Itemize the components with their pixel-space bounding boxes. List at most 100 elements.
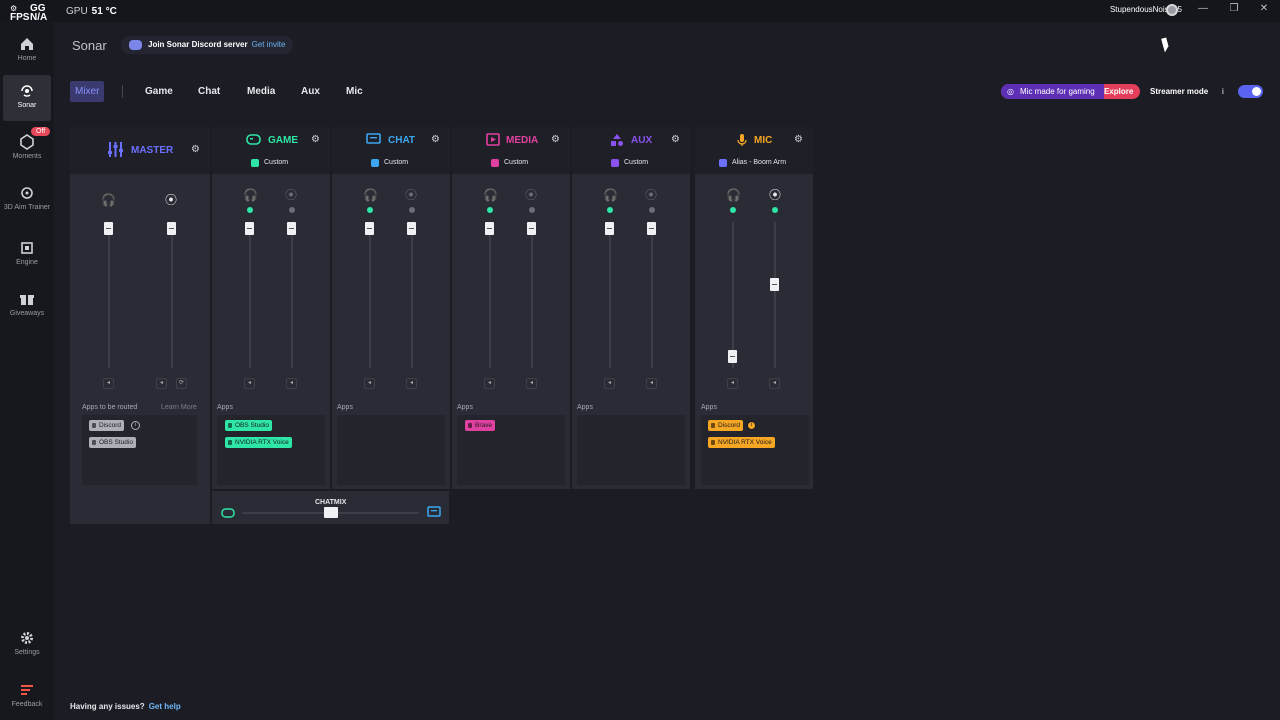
master-stream-slider[interactable] <box>167 222 176 235</box>
master-title: MASTER <box>131 145 174 156</box>
explore-link[interactable]: Explore <box>1104 87 1133 96</box>
mute-button[interactable]: ◂ <box>103 378 114 389</box>
chat-preset-label: Custom <box>384 159 409 166</box>
mic-preset[interactable]: Alias - Boom Arm <box>716 153 786 173</box>
get-invite-link[interactable]: Get invite <box>252 40 286 49</box>
mute-button[interactable]: ◂ <box>156 378 167 389</box>
master-gear-icon[interactable]: ⚙ <box>191 145 201 155</box>
aux-apps-label: Apps <box>577 404 593 411</box>
headphones-icon: 🎧 <box>603 188 618 202</box>
discord-banner[interactable]: Join Sonar Discord server Get invite <box>121 36 294 54</box>
help-text: Having any issues? <box>70 702 145 711</box>
mute-button[interactable]: ◂ <box>364 378 375 389</box>
game-stream-slider[interactable] <box>287 222 296 235</box>
info-circle-icon[interactable]: i <box>747 421 756 430</box>
media-preset[interactable]: Custom <box>488 153 528 173</box>
media-stream-slider[interactable] <box>527 222 536 235</box>
chat-monitor-slider[interactable] <box>365 222 374 235</box>
minimize-icon[interactable]: — <box>1196 3 1210 14</box>
mute-button[interactable]: ◂ <box>406 378 417 389</box>
aux-stream-slider[interactable] <box>647 222 656 235</box>
game-preset-label: Custom <box>264 159 289 166</box>
media-gear-icon[interactable]: ⚙ <box>551 135 561 145</box>
chat-gear-icon[interactable]: ⚙ <box>431 135 441 145</box>
stream-dot <box>289 207 295 213</box>
avatar[interactable] <box>1166 4 1178 16</box>
mic-promo-pill[interactable]: ◎ Mic made for gaming Explore <box>1001 84 1141 99</box>
tab-game[interactable]: Game <box>145 86 173 97</box>
aux-monitor-slider[interactable] <box>605 222 614 235</box>
tab-chat[interactable]: Chat <box>198 86 220 97</box>
mute-button[interactable]: ◂ <box>769 378 780 389</box>
sidebar-item-aim-trainer[interactable]: 3D Aim Trainer <box>3 177 51 223</box>
sidebar-item-settings[interactable]: Settings <box>3 622 51 668</box>
game-gear-icon[interactable]: ⚙ <box>311 135 321 145</box>
broadcast-icon: ⦿ <box>164 193 177 207</box>
page-title: Sonar <box>72 38 107 53</box>
restore-icon[interactable]: ❐ <box>1227 3 1241 14</box>
app-chip-discord[interactable]: Discord <box>89 420 125 431</box>
sidebar-item-engine[interactable]: Engine <box>3 232 51 278</box>
stream-dot <box>529 207 535 213</box>
moments-off-badge: Off <box>31 127 51 136</box>
tab-mic[interactable]: Mic <box>346 86 363 97</box>
chat-preset[interactable]: Custom <box>368 153 408 173</box>
volume-track <box>171 222 173 368</box>
mute-button[interactable]: ◂ <box>286 378 297 389</box>
game-monitor-slider[interactable] <box>245 222 254 235</box>
feedback-icon <box>21 685 33 695</box>
app-chip-obs[interactable]: OBS Studio <box>89 437 136 448</box>
chatmix-slider[interactable] <box>324 507 338 518</box>
tab-aux[interactable]: Aux <box>301 86 320 97</box>
link-button[interactable]: ⟳ <box>176 378 187 389</box>
mute-button[interactable]: ◂ <box>646 378 657 389</box>
master-monitor-slider[interactable] <box>104 222 113 235</box>
monitor-dot <box>730 207 736 213</box>
streamer-mode-toggle[interactable] <box>1238 85 1263 98</box>
learn-more-link[interactable]: Learn More <box>161 404 197 411</box>
mute-button[interactable]: ◂ <box>484 378 495 389</box>
get-help-link[interactable]: Get help <box>149 702 181 711</box>
mute-button[interactable]: ◂ <box>244 378 255 389</box>
mic-apps-label: Apps <box>701 404 717 411</box>
sidebar-item-giveaways[interactable]: Giveaways <box>3 283 51 329</box>
sidebar-item-label: Home <box>17 55 37 62</box>
app-chip-brave[interactable]: Brave <box>465 420 495 431</box>
media-monitor-slider[interactable] <box>485 222 494 235</box>
app-chip-obs[interactable]: OBS Studio <box>225 420 272 431</box>
monitor-dot <box>247 207 253 213</box>
tab-media[interactable]: Media <box>247 86 275 97</box>
sidebar-item-label: Engine <box>16 259 38 266</box>
info-circle-icon[interactable]: i <box>131 421 140 430</box>
chat-apps-list <box>337 415 445 485</box>
game-preset[interactable]: Custom <box>248 153 288 173</box>
mic-monitor-slider[interactable] <box>728 350 737 363</box>
app-chip-discord[interactable]: Discord <box>708 420 744 431</box>
sidebar-item-feedback[interactable]: Feedback <box>3 674 51 720</box>
close-icon[interactable]: ✕ <box>1257 3 1271 14</box>
mute-button[interactable]: ◂ <box>604 378 615 389</box>
mic-preset-label: Alias - Boom Arm <box>732 159 787 166</box>
top-bar: ⚙ FPS GG N/A GPU 51 °C StupendousNoise95 … <box>0 0 1280 23</box>
chat-stream-slider[interactable] <box>407 222 416 235</box>
game-apps-label: Apps <box>217 404 233 411</box>
fps-label: FPS <box>10 12 30 23</box>
mute-button[interactable]: ◂ <box>526 378 537 389</box>
gg-value: N/A <box>30 12 48 23</box>
tab-mixer[interactable]: Mixer <box>70 81 105 102</box>
mic-gear-icon[interactable]: ⚙ <box>794 135 804 145</box>
aux-gear-icon[interactable]: ⚙ <box>671 135 681 145</box>
mic-stream-slider[interactable] <box>770 278 779 291</box>
aux-preset[interactable]: Custom <box>608 153 648 173</box>
sidebar-item-home[interactable]: Home <box>3 28 51 74</box>
broadcast-icon: ⦿ <box>404 188 417 202</box>
gamepad-icon <box>221 508 235 518</box>
mic-title: MIC <box>754 135 773 146</box>
gamepad-icon <box>246 134 261 145</box>
chat-icon <box>427 506 441 517</box>
app-chip-rtx-voice[interactable]: NVIDIA RTX Voice <box>225 437 292 448</box>
info-icon[interactable]: i <box>1222 87 1224 96</box>
app-chip-rtx-voice[interactable]: NVIDIA RTX Voice <box>708 437 775 448</box>
mute-button[interactable]: ◂ <box>727 378 738 389</box>
sidebar-item-sonar[interactable]: Sonar <box>3 75 51 121</box>
